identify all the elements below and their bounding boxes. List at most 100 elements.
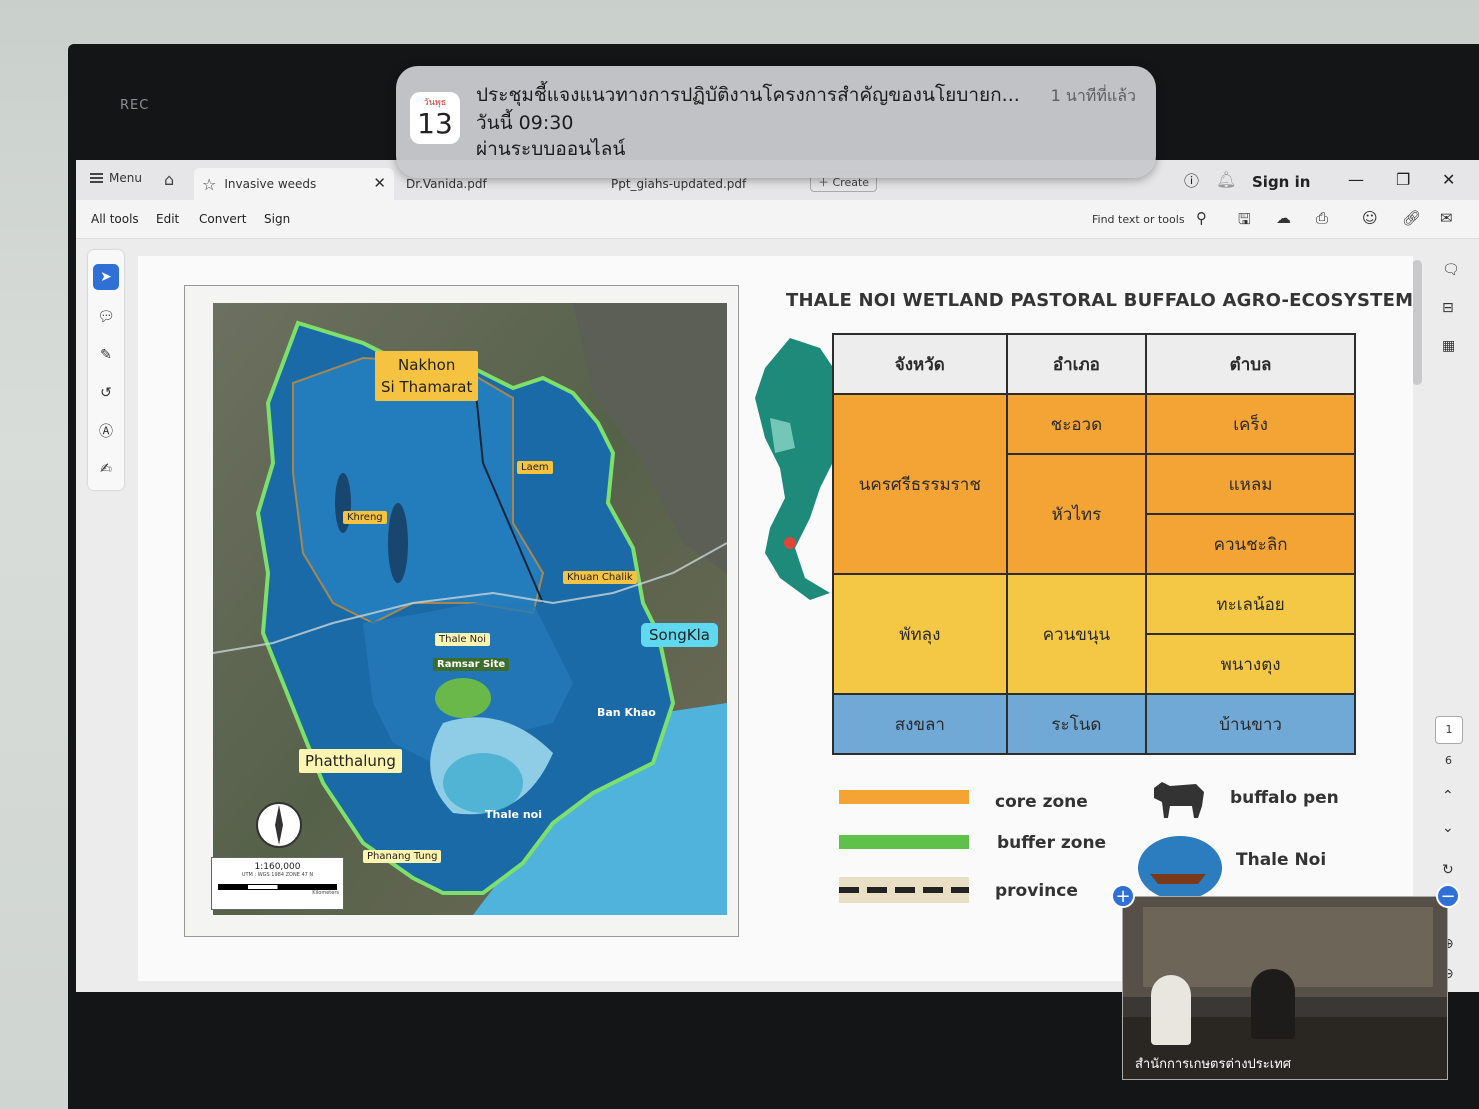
video-call-tile[interactable]: สำนักการเกษตรต่างประเทศ <box>1122 896 1448 1080</box>
menu-label: Menu <box>109 171 142 185</box>
highlight-pen-icon[interactable]: ✎ <box>93 342 119 368</box>
notification-location: ผ่านระบบออนไลน์ <box>476 138 626 160</box>
cell-sub-phanang-tung: พนางตุง <box>1145 633 1356 695</box>
sign-in-button[interactable]: Sign in <box>1252 173 1310 191</box>
hamburger-icon <box>90 173 103 183</box>
header-province: จังหวัด <box>832 333 1008 395</box>
zoom-plus-button[interactable]: + <box>1111 884 1135 908</box>
comments-panel-icon[interactable]: 🗨︎ <box>1442 262 1460 278</box>
page-number-input[interactable]: 1 <box>1435 716 1463 744</box>
scale-units: Kilometers <box>312 890 339 896</box>
page-total: 6 <box>1445 754 1452 767</box>
share-user-icon[interactable]: ☺ <box>1362 209 1378 227</box>
header-subdistrict: ตำบล <box>1145 333 1356 395</box>
legend-buffer-swatch <box>839 835 969 849</box>
rotate-icon[interactable]: ↻ <box>1442 862 1454 878</box>
cell-district-chawat: ชะอวด <box>1005 393 1148 455</box>
legend-core-swatch <box>839 790 969 804</box>
thumbnails-icon[interactable]: ▦ <box>1442 338 1455 354</box>
label-khuan-chalik: Khuan Chalik <box>563 571 637 584</box>
label-ban-khao: Ban Khao <box>597 706 656 719</box>
cell-province-songkhla: สงขลา <box>832 693 1008 755</box>
save-icon[interactable]: 🖫 <box>1238 209 1251 234</box>
edit-button[interactable]: Edit <box>156 212 179 226</box>
cell-sub-laem: แหลม <box>1145 453 1356 515</box>
draw-freehand-icon[interactable]: ↺ <box>93 380 119 406</box>
buffalo-icon <box>1154 782 1204 818</box>
main-toolbar: All tools Edit Convert Sign Find text or… <box>76 200 1479 239</box>
bookmark-icon[interactable]: ⊟ <box>1442 300 1454 316</box>
legend-buffalo-label: buffalo pen <box>1230 788 1339 808</box>
close-window-icon[interactable]: ✕ <box>1442 170 1455 189</box>
calendar-icon: วันพุธ 13 <box>410 92 460 144</box>
label-ramsar-site: Ramsar Site <box>433 658 510 671</box>
legend-province-label: province <box>995 881 1078 901</box>
label-songkla: SongKla <box>641 623 718 647</box>
all-tools-button[interactable]: All tools <box>91 212 139 226</box>
menu-button[interactable]: Menu <box>90 171 142 185</box>
header-district: อำเภอ <box>1005 333 1148 395</box>
legend-buffer-label: buffer zone <box>997 833 1107 853</box>
notification-bell-icon[interactable]: 🔔︎ <box>1216 170 1236 189</box>
tab-label: Invasive weeds <box>224 177 317 191</box>
restore-icon[interactable]: ❐ <box>1396 170 1410 189</box>
video-participant-name: สำนักการเกษตรต่างประเทศ <box>1135 1057 1292 1072</box>
person-right <box>1251 969 1295 1039</box>
tab-label: Ppt_giahs-updated.pdf <box>611 177 747 191</box>
link-icon[interactable]: 🔗︎ <box>1402 209 1421 227</box>
scale-ratio: 1:160,000 <box>254 862 301 872</box>
text-box-icon[interactable]: Ⓐ <box>93 418 119 444</box>
label-phatthalung: Phatthalung <box>299 749 402 773</box>
vertical-scrollbar[interactable] <box>1412 260 1422 385</box>
calendar-date: 13 <box>417 107 453 140</box>
cell-district-ranot: ระโนด <box>1005 693 1148 755</box>
thale-noi-icon <box>1138 836 1222 896</box>
legend-thale-noi-label: Thale Noi <box>1236 850 1327 870</box>
cell-province-phatthalung: พัทลุง <box>832 573 1008 695</box>
find-search[interactable]: Find text or tools <box>1092 213 1185 226</box>
select-cursor-icon[interactable]: ➤ <box>93 264 119 290</box>
close-tab-icon[interactable]: ✕ <box>373 174 386 192</box>
label-phanang-tung: Phanang Tung <box>363 850 442 863</box>
map-scale-box: 1:160,000 UTM : WGS 1984 ZONE 47 N Kilom… <box>211 857 344 910</box>
cell-sub-khuan-chalik: ควนชะลิก <box>1145 513 1356 575</box>
convert-button[interactable]: Convert <box>199 212 246 226</box>
comment-icon[interactable]: 💬︎ <box>93 304 119 330</box>
help-icon[interactable]: ⓘ <box>1184 170 1199 191</box>
chevron-down-icon[interactable]: ⌄ <box>1442 820 1454 836</box>
label-thale-noi-lower: Thale noi <box>485 808 542 821</box>
cell-province-nakhon: นครศรีธรรมราช <box>832 393 1008 575</box>
recording-indicator: REC <box>120 98 150 113</box>
cell-district-khuan-khanun: ควนขนุน <box>1005 573 1148 695</box>
tab-invasive-weeds[interactable]: ☆ Invasive weeds ✕ <box>194 168 394 200</box>
print-icon[interactable]: ⎙ <box>1316 209 1328 227</box>
label-laem: Laem <box>517 461 553 474</box>
home-icon[interactable]: ⌂ <box>164 170 174 189</box>
zoom-minus-button[interactable]: − <box>1436 884 1460 908</box>
legend-province-swatch <box>839 877 969 903</box>
legend-core-label: core zone <box>995 792 1088 812</box>
sign-button[interactable]: Sign <box>264 212 290 226</box>
tab-label: Dr.Vanida.pdf <box>406 177 487 191</box>
slide-title: THALE NOI WETLAND PASTORAL BUFFALO AGRO-… <box>786 290 1414 311</box>
tools-rail: ➤ 💬︎ ✎ ↺ Ⓐ ✍ <box>88 250 124 490</box>
label-nakhon-si-thamarat: Nakhon Si Thamarat <box>375 351 479 401</box>
scale-projection: UTM : WGS 1984 ZONE 47 N <box>241 872 314 878</box>
label-thale-noi: Thale Noi <box>435 633 491 646</box>
notification-time: 1 นาทีที่แล้ว <box>1050 86 1136 105</box>
label-khreng: Khreng <box>343 511 387 524</box>
upload-cloud-icon[interactable]: ☁ <box>1276 209 1291 227</box>
minimize-icon[interactable]: — <box>1348 170 1364 189</box>
cell-sub-khreng: เคร็ง <box>1145 393 1356 455</box>
email-icon[interactable]: ✉ <box>1440 209 1453 227</box>
cell-sub-ban-khao: บ้านขาว <box>1145 693 1356 755</box>
study-area-map: Nakhon Si Thamarat Laem Khreng Khuan Cha… <box>213 303 727 915</box>
search-icon[interactable]: ⚲ <box>1196 209 1207 227</box>
calendar-notification[interactable]: วันพุธ 13 ประชุมชี้แจงแนวทางการปฏิบัติงา… <box>396 66 1156 178</box>
signature-icon[interactable]: ✍ <box>93 456 119 482</box>
area-table: จังหวัด อำเภอ ตำบล นครศรีธรรมราช ชะอวด เ… <box>832 333 1356 755</box>
star-icon[interactable]: ☆ <box>202 175 216 194</box>
cell-district-huasai: หัวไทร <box>1005 453 1148 575</box>
chevron-up-icon[interactable]: ⌃ <box>1442 788 1454 804</box>
cell-sub-thale-noi: ทะเลน้อย <box>1145 573 1356 635</box>
